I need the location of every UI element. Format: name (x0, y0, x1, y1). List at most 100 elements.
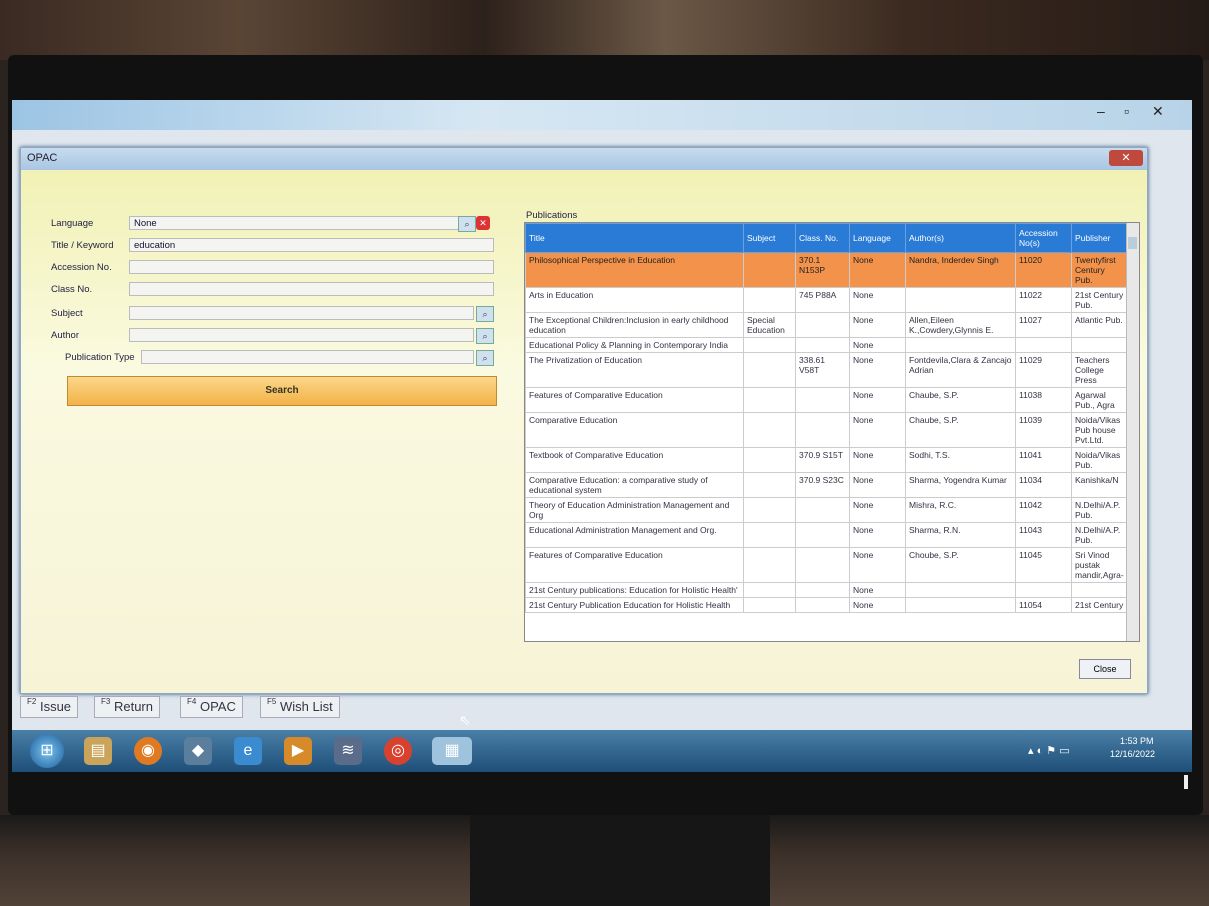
library-app-icon[interactable]: ▦ (432, 737, 472, 765)
table-cell: None (849, 287, 906, 313)
table-cell: 11054 (1015, 597, 1072, 613)
author-label: Author (51, 330, 79, 341)
fkey-opac-key: F4 (187, 697, 197, 706)
table-row[interactable]: Features of Comparative Education None Cho… (525, 547, 1128, 583)
table-cell: 21st Century (1071, 597, 1128, 613)
table-cell: N.Delhi/A.P. Pub. (1071, 522, 1128, 548)
table-cell: Philosophical Perspective in Education (525, 252, 744, 288)
column-header[interactable]: Subject (743, 223, 796, 253)
table-row[interactable]: The Privatization of Education 338.61 V58… (525, 352, 1128, 388)
internet-explorer-icon[interactable]: e (234, 737, 262, 765)
column-header[interactable]: Accession No(s) (1015, 223, 1072, 253)
table-cell (795, 337, 850, 353)
dialog-close-button[interactable]: ✕ (1109, 150, 1143, 166)
table-cell: Sodhi, T.S. (905, 447, 1016, 473)
language-lookup-icon[interactable]: ⌕ (458, 216, 476, 232)
class-no-input[interactable] (129, 282, 494, 296)
column-header[interactable]: Class. No. (795, 223, 850, 253)
column-header[interactable]: Title (525, 223, 744, 253)
fkey-wish-list[interactable]: F5 Wish List (260, 696, 340, 718)
subject-field[interactable] (129, 306, 474, 320)
table-cell: Educational Administration Management an… (525, 522, 744, 548)
mouse-cursor-icon: ⇖ (459, 712, 471, 728)
start-orb-icon[interactable]: ⊞ (30, 734, 64, 768)
taskbar: ⊞ ▤ ◉ ◆ e ▶ ≋ ◎ ▦ ▴ ◐ ⚑ ▭ 1:53 PM 12/16/… (12, 730, 1192, 772)
table-row[interactable]: Comparative Education: a comparative stu… (525, 472, 1128, 498)
author-field[interactable] (129, 328, 474, 342)
file-explorer-icon[interactable]: ▤ (84, 737, 112, 765)
table-row[interactable]: Philosophical Perspective in Education 37… (525, 252, 1128, 288)
table-row[interactable]: 21st Century Publication Education for H… (525, 597, 1128, 613)
column-header[interactable]: Publisher (1071, 223, 1128, 253)
table-cell: 11043 (1015, 522, 1072, 548)
scanner-icon[interactable]: ≋ (334, 737, 362, 765)
column-header[interactable]: Language (849, 223, 906, 253)
search-button[interactable]: Search (67, 376, 497, 406)
publications-label: Publications (526, 210, 578, 221)
title-keyword-input[interactable]: education (129, 238, 494, 252)
subject-lookup-icon[interactable]: ⌕ (476, 306, 494, 322)
table-row[interactable]: Textbook of Comparative Education 370.9 S… (525, 447, 1128, 473)
fkey-return[interactable]: F3 Return (94, 696, 160, 718)
table-cell: Twentyfirst Century Pub. (1071, 252, 1128, 288)
table-cell (743, 352, 796, 388)
table-cell: None (849, 497, 906, 523)
accession-input[interactable] (129, 260, 494, 274)
table-cell: Fontdevila,Clara & Zancajo Adrian (905, 352, 1016, 388)
table-row[interactable]: Arts in Education 745 P88A None 11022 21st C… (525, 287, 1128, 313)
maximize-button[interactable]: ▫ (1124, 103, 1129, 119)
fkey-issue[interactable]: F2 Issue (20, 696, 79, 718)
language-label: Language (51, 218, 94, 229)
dialog-titlebar: OPAC ✕ (21, 148, 1147, 170)
table-row[interactable]: 21st Century publications: Education for… (525, 582, 1128, 598)
table-cell: Sri Vinod pustak mandir,Agra- (1071, 547, 1128, 583)
table-row[interactable]: Educational Policy & Planning in Contemp… (525, 337, 1128, 353)
table-cell: Kanishka/N (1071, 472, 1128, 498)
system-tray-icons[interactable]: ▴ ◐ ⚑ ▭ (1028, 744, 1070, 757)
app-icon[interactable]: ◆ (184, 737, 212, 765)
table-cell (743, 597, 796, 613)
table-cell: Chaube, S.P. (905, 412, 1016, 448)
clock-date[interactable]: 12/16/2022 (1110, 749, 1155, 759)
clock-time[interactable]: 1:53 PM (1120, 736, 1154, 746)
column-header[interactable]: Author(s) (905, 223, 1016, 253)
language-field[interactable]: None (129, 216, 474, 230)
firefox-icon[interactable]: ◉ (134, 737, 162, 765)
grid-scrollbar[interactable] (1126, 223, 1139, 641)
fkey-opac[interactable]: F4 OPAC (180, 696, 243, 718)
table-cell: Noida/Vikas Pub house Pvt.Ltd. (1071, 412, 1128, 448)
table-cell: 338.61 V58T (795, 352, 850, 388)
table-cell: The Privatization of Education (525, 352, 744, 388)
outer-close-button[interactable]: ✕ (1152, 103, 1164, 120)
table-cell: None (849, 547, 906, 583)
table-cell (795, 412, 850, 448)
table-cell: Noida/Vikas Pub. (1071, 447, 1128, 473)
table-cell (795, 597, 850, 613)
table-row[interactable]: The Exceptional Children:Inclusion in ea… (525, 312, 1128, 338)
title-keyword-label: Title / Keyword (51, 240, 114, 251)
table-cell (795, 582, 850, 598)
language-clear-icon[interactable]: ✕ (476, 216, 490, 230)
minimize-button[interactable]: – (1097, 103, 1105, 119)
publications-grid[interactable]: Title Subject Class. No. Language Author(s) A… (524, 222, 1140, 642)
table-cell: 11020 (1015, 252, 1072, 288)
table-row[interactable]: Features of Comparative Education None Cha… (525, 387, 1128, 413)
table-row[interactable]: Comparative Education None Chaube, S.P. 110… (525, 412, 1128, 448)
scrollbar-thumb[interactable] (1128, 237, 1137, 249)
publication-type-field[interactable] (141, 350, 474, 364)
author-lookup-icon[interactable]: ⌕ (476, 328, 494, 344)
table-cell: None (849, 252, 906, 288)
table-cell (743, 252, 796, 288)
table-row[interactable]: Theory of Education Administration Manag… (525, 497, 1128, 523)
table-cell: 21st Century publications: Education for… (525, 582, 744, 598)
table-row[interactable]: Educational Administration Management an… (525, 522, 1128, 548)
table-cell: Chaube, S.P. (905, 387, 1016, 413)
fkey-opac-label: OPAC (199, 699, 236, 714)
table-cell: Agarwal Pub., Agra (1071, 387, 1128, 413)
publication-type-lookup-icon[interactable]: ⌕ (476, 350, 494, 366)
table-cell: None (849, 387, 906, 413)
media-player-icon[interactable]: ▶ (284, 737, 312, 765)
fkey-issue-key: F2 (27, 697, 37, 706)
close-button[interactable]: Close (1079, 659, 1131, 679)
chrome-icon[interactable]: ◎ (384, 737, 412, 765)
